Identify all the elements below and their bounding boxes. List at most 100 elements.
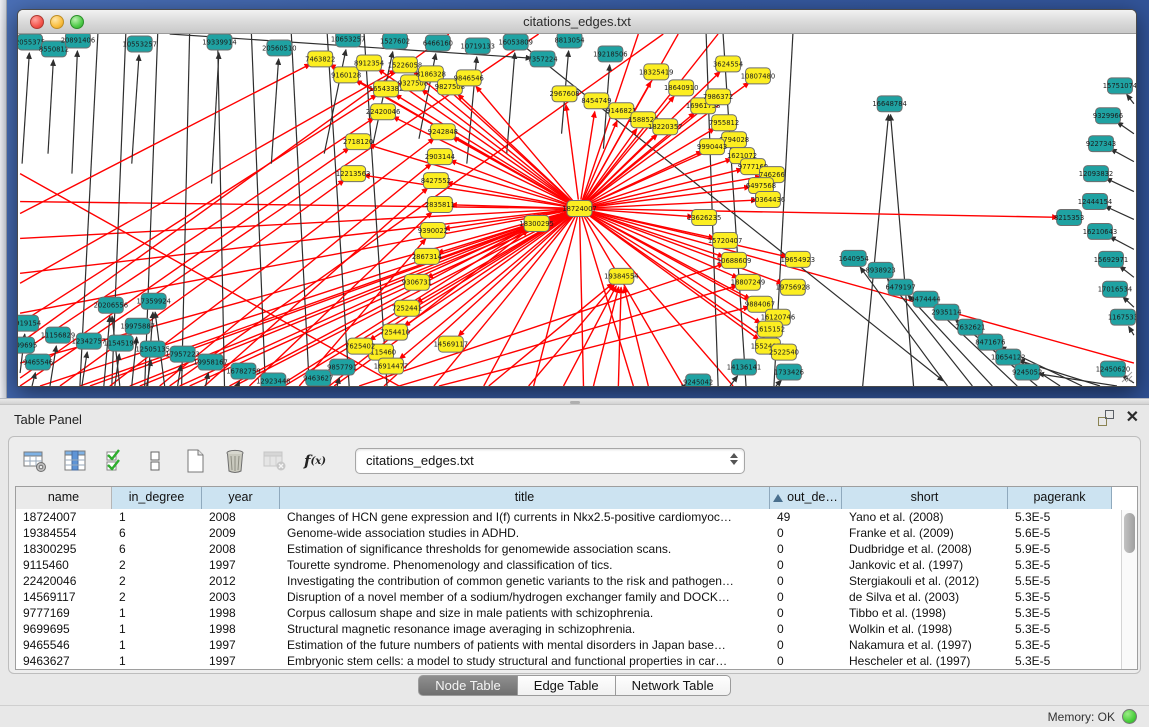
table-row[interactable]: 977716911998Corpus callosum shape and si… [16, 605, 1137, 621]
table-cell[interactable]: 0 [770, 541, 842, 557]
table-cell[interactable]: 9465546 [16, 637, 112, 653]
graph-node-teal[interactable]: 10654122 [991, 349, 1025, 365]
tab-node-table[interactable]: Node Table [418, 675, 518, 696]
graph-node-teal[interactable]: 20206556 [94, 297, 128, 313]
graph-node-yellow[interactable]: 20364436 [751, 192, 785, 208]
graph-node-teal[interactable]: 9463627 [303, 370, 333, 386]
delete-table-button[interactable] [261, 447, 289, 475]
graph-node-yellow[interactable]: 18640910 [664, 80, 698, 96]
graph-node-yellow[interactable]: 19654923 [781, 251, 815, 267]
table-cell[interactable]: 5.9E-5 [1008, 541, 1112, 557]
table-cell[interactable]: 18300295 [16, 541, 112, 557]
table-row[interactable]: 1830029562008Estimation of significance … [16, 541, 1137, 557]
table-cell[interactable]: 5.3E-5 [1008, 605, 1112, 621]
table-cell[interactable]: Structural magnetic resonance image aver… [280, 621, 770, 637]
graph-node-teal[interactable]: 7632621 [955, 319, 985, 335]
table-cell[interactable]: 6 [112, 541, 202, 557]
graph-node-yellow[interactable]: 13626235 [687, 210, 721, 226]
table-cell[interactable]: 2008 [202, 509, 280, 525]
graph-node-yellow[interactable]: 14569117 [434, 336, 468, 352]
table-cell[interactable]: Hescheler et al. (1997) [842, 653, 1008, 669]
table-row[interactable]: 911546021997Tourette syndrome. Phenomeno… [16, 557, 1137, 573]
window-titlebar[interactable]: citations_edges.txt [18, 10, 1136, 34]
table-cell[interactable]: Changes of HCN gene expression and I(f) … [280, 509, 770, 525]
graph-node-yellow[interactable]: 9390022 [418, 222, 448, 238]
table-cell[interactable]: 1 [112, 653, 202, 669]
graph-node-yellow[interactable]: 2867314 [412, 248, 442, 264]
table-cell[interactable]: 5.3E-5 [1008, 637, 1112, 653]
table-cell[interactable]: 9463627 [16, 653, 112, 669]
table-cell[interactable]: 2009 [202, 525, 280, 541]
select-mode-button[interactable] [101, 447, 129, 475]
graph-node-yellow[interactable]: 19756928 [776, 279, 810, 295]
graph-node-yellow[interactable]: 9306731 [402, 274, 432, 290]
graph-node-teal[interactable]: 20891406 [61, 34, 95, 48]
tab-network-table[interactable]: Network Table [616, 675, 731, 696]
table-cell[interactable]: 1998 [202, 605, 280, 621]
table-cell[interactable]: Tibbo et al. (1998) [842, 605, 1008, 621]
graph-node-yellow[interactable]: 9160128 [331, 67, 361, 83]
graph-node-yellow[interactable]: 7254410 [380, 324, 410, 340]
graph-node-yellow[interactable]: 2903144 [425, 149, 455, 165]
table-cell[interactable]: 0 [770, 605, 842, 621]
table-cell[interactable]: 0 [770, 653, 842, 669]
table-cell[interactable]: Genome-wide association studies in ADHD. [280, 525, 770, 541]
table-cell[interactable]: 0 [770, 589, 842, 605]
table-cell[interactable]: 2008 [202, 541, 280, 557]
graph-node-yellow[interactable]: 8912354 [354, 55, 384, 71]
graph-node-teal[interactable]: 10553257 [123, 36, 157, 52]
table-cell[interactable]: Stergiakouli et al. (2012) [842, 573, 1008, 589]
graph-node-yellow[interactable]: 8427552 [421, 173, 451, 189]
graph-node-yellow[interactable]: 18300295 [519, 215, 553, 231]
graph-node-teal[interactable]: 1527602 [380, 34, 410, 49]
tab-edge-table[interactable]: Edge Table [518, 675, 616, 696]
graph-node-yellow[interactable]: 7955812 [709, 115, 739, 131]
table-cell[interactable]: 5.3E-5 [1008, 589, 1112, 605]
table-cell[interactable]: 6 [112, 525, 202, 541]
table-cell[interactable]: 0 [770, 621, 842, 637]
network-canvas[interactable]: 1872400774638229160128891235416543382152… [18, 34, 1136, 386]
table-row[interactable]: 969969511998Structural magnetic resonanc… [16, 621, 1137, 637]
graph-node-teal[interactable]: 16053809 [498, 34, 532, 50]
graph-node-teal[interactable]: 8215353 [1054, 210, 1084, 226]
table-cell[interactable]: 0 [770, 557, 842, 573]
graph-node-teal[interactable]: 8471676 [975, 334, 1005, 350]
graph-node-teal[interactable]: 15751074 [1103, 78, 1136, 94]
table-scrollbar[interactable] [1121, 510, 1137, 669]
table-cell[interactable]: Estimation of significance thresholds fo… [280, 541, 770, 557]
graph-node-yellow[interactable]: 10688609 [717, 252, 751, 268]
graph-node-yellow[interactable]: 7252441 [392, 300, 422, 316]
graph-node-yellow[interactable]: 22420046 [366, 104, 400, 120]
graph-node-teal[interactable]: 1640954 [839, 250, 869, 266]
table-cell[interactable]: 22420046 [16, 573, 112, 589]
graph-node-teal[interactable]: 17359924 [136, 293, 170, 309]
table-row[interactable]: 1456911722003Disruption of a novel membe… [16, 589, 1137, 605]
table-cell[interactable]: Franke et al. (2009) [842, 525, 1008, 541]
table-cell[interactable]: 5.6E-5 [1008, 525, 1112, 541]
function-builder-button[interactable]: f(x) [301, 447, 329, 475]
graph-node-teal[interactable]: 16210643 [1083, 223, 1117, 239]
graph-node-teal[interactable]: 7357224 [528, 51, 558, 67]
graph-node-teal[interactable]: 10719133 [461, 38, 495, 54]
column-header-out_de[interactable]: out_de… [770, 487, 842, 509]
table-cell[interactable]: Nakamura et al. (1997) [842, 637, 1008, 653]
table-cell[interactable]: 1997 [202, 637, 280, 653]
table-cell[interactable]: 1997 [202, 557, 280, 573]
column-header-pagerank[interactable]: pagerank [1008, 487, 1112, 509]
graph-node-teal[interactable]: 12342757 [72, 333, 106, 349]
table-row[interactable]: 2242004622012Investigating the contribut… [16, 573, 1137, 589]
graph-node-teal[interactable]: 9227343 [1086, 136, 1116, 152]
table-settings-button[interactable] [21, 447, 49, 475]
graph-node-yellow[interactable]: 7986372 [703, 89, 733, 105]
table-cell[interactable]: 9699695 [16, 621, 112, 637]
table-cell[interactable]: 5.3E-5 [1008, 653, 1112, 669]
graph-node-teal[interactable]: 6466160 [423, 35, 453, 51]
table-cell[interactable]: 1997 [202, 653, 280, 669]
table-cell[interactable]: 19384554 [16, 525, 112, 541]
graph-node-teal[interactable]: 12923448 [256, 373, 290, 386]
graph-node-teal[interactable]: 3919154 [18, 315, 41, 331]
column-chooser-button[interactable] [61, 447, 89, 475]
graph-node-yellow[interactable]: 16914477 [374, 358, 408, 374]
table-cell[interactable]: Yano et al. (2008) [842, 509, 1008, 525]
table-cell[interactable]: 5.3E-5 [1008, 621, 1112, 637]
